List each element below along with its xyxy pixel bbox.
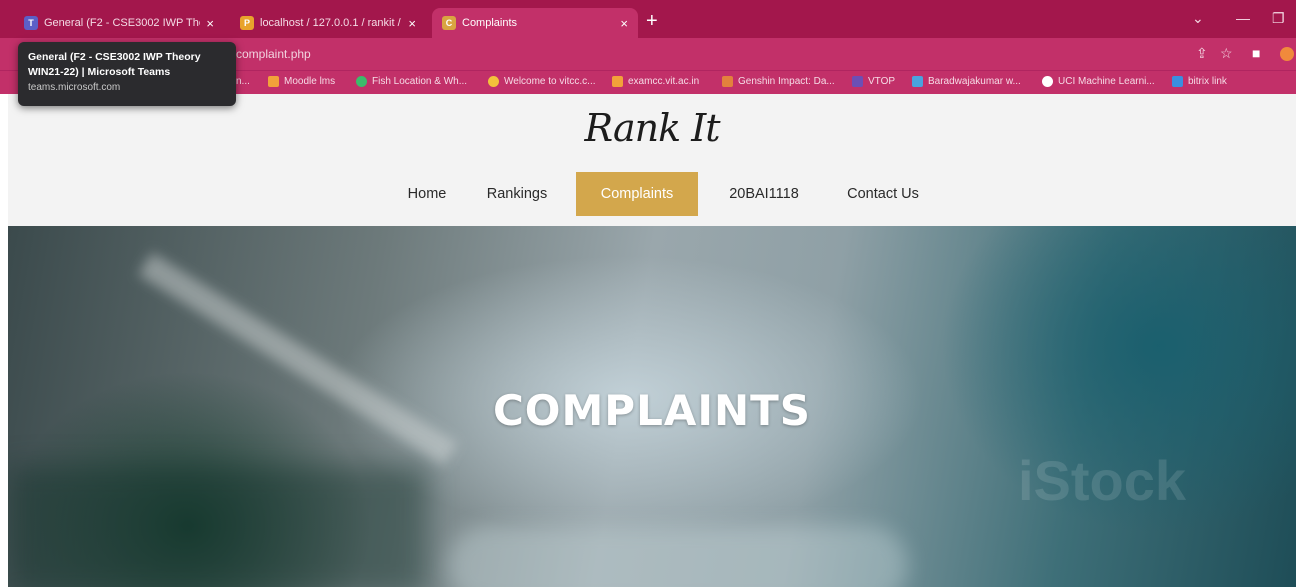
phpmyadmin-icon: P <box>240 16 254 30</box>
share-icon[interactable]: ⇪ <box>1196 45 1208 62</box>
hero-background-shape <box>8 466 428 587</box>
tab-hover-tooltip: General (F2 - CSE3002 IWP Theory WIN21-2… <box>18 42 236 106</box>
vitcc-icon <box>488 76 499 87</box>
nav-complaints[interactable]: Complaints <box>576 172 698 216</box>
restore-window-icon[interactable]: ❐ <box>1272 10 1285 27</box>
nav-rankings[interactable]: Rankings <box>476 172 558 216</box>
site-logo[interactable]: Rank It <box>8 106 1296 150</box>
tab-teams[interactable]: T General (F2 - CSE3002 IWP Theo × <box>14 8 224 38</box>
tab-title: General (F2 - CSE3002 IWP Theo <box>44 17 201 29</box>
bookmark-item[interactable]: bitrix link <box>1172 76 1227 87</box>
tab-close-icon[interactable]: × <box>206 16 214 31</box>
bookmark-item[interactable]: Welcome to vitcc.c... <box>488 76 596 87</box>
nav-user-id[interactable]: 20BAI1118 <box>712 172 816 216</box>
exam-portal-icon <box>612 76 623 87</box>
sidebar-panel-icon[interactable]: ■ <box>1252 45 1260 61</box>
star-bookmark-icon[interactable]: ☆ <box>1220 45 1233 62</box>
moodle-icon <box>268 76 279 87</box>
new-tab-button[interactable]: + <box>646 8 658 34</box>
hero-banner: iStock COMPLAINTS <box>8 226 1296 587</box>
nav-contact-us[interactable]: Contact Us <box>834 172 932 216</box>
bookmark-item[interactable]: n... <box>236 76 250 87</box>
url-input[interactable]: complaint.php <box>236 47 311 61</box>
bookmark-item[interactable]: UCI Machine Learni... <box>1042 76 1155 87</box>
web-page: Rank It Home Rankings Complaints 20BAI11… <box>8 94 1296 587</box>
main-nav: Home Rankings Complaints 20BAI1118 Conta… <box>8 172 1296 216</box>
tab-phpmyadmin[interactable]: P localhost / 127.0.0.1 / rankit / us × <box>230 8 426 38</box>
tab-title: Complaints <box>462 17 518 29</box>
bookmark-item[interactable]: Fish Location & Wh... <box>356 76 467 87</box>
chevron-down-icon[interactable]: ⌄ <box>1192 10 1204 27</box>
profile-avatar[interactable] <box>1280 47 1294 61</box>
github-icon <box>912 76 923 87</box>
hero-background-shape <box>448 526 908 587</box>
vtop-icon <box>852 76 863 87</box>
teams-icon: T <box>24 16 38 30</box>
tab-complaints[interactable]: C Complaints × <box>432 8 638 38</box>
bookmark-item[interactable]: Moodle lms <box>268 76 335 87</box>
bookmark-item[interactable]: VTOP <box>852 76 895 87</box>
fish-location-icon <box>356 76 367 87</box>
stock-watermark: iStock <box>1018 449 1187 512</box>
tooltip-domain: teams.microsoft.com <box>28 82 121 93</box>
genshin-icon <box>722 76 733 87</box>
bookmark-item[interactable]: Genshin Impact: Da... <box>722 76 835 87</box>
bookmark-item[interactable]: Baradwajakumar w... <box>912 76 1021 87</box>
tooltip-title: General (F2 - CSE3002 IWP Theory WIN21-2… <box>28 51 201 78</box>
minimize-icon[interactable]: — <box>1236 10 1250 26</box>
browser-tab-strip: T General (F2 - CSE3002 IWP Theo × P loc… <box>0 0 1296 38</box>
site-header: Rank It Home Rankings Complaints 20BAI11… <box>8 94 1296 226</box>
tab-close-icon[interactable]: × <box>408 16 416 31</box>
hero-title: COMPLAINTS <box>492 386 812 435</box>
nav-home[interactable]: Home <box>390 172 464 216</box>
globe-icon <box>1042 76 1053 87</box>
page-favicon-icon: C <box>442 16 456 30</box>
bitrix-icon <box>1172 76 1183 87</box>
tab-close-icon[interactable]: × <box>620 16 628 31</box>
bookmark-item[interactable]: examcc.vit.ac.in <box>612 76 699 87</box>
tab-title: localhost / 127.0.0.1 / rankit / us <box>260 17 403 29</box>
